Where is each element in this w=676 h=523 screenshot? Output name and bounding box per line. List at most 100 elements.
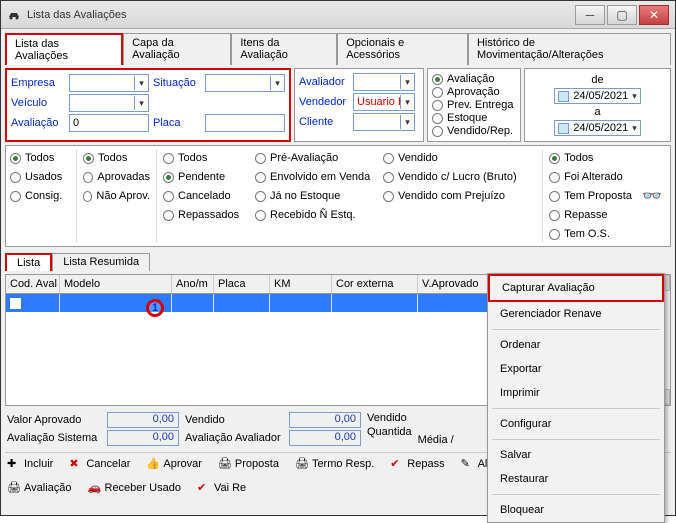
menu-separator — [492, 408, 660, 409]
col-modelo[interactable]: Modelo — [60, 275, 172, 293]
dropdown-empresa[interactable]: ▾ — [69, 74, 149, 92]
check-icon: ✔ — [390, 457, 404, 471]
label-quantida: Quantida — [367, 426, 412, 438]
radio-f3-vendido-prejuizo[interactable]: Vendido com Prejuízo — [383, 188, 523, 204]
radio-aprovacao[interactable]: Aprovação — [432, 86, 516, 98]
radio-vendido-rep[interactable]: Vendido/Rep. — [432, 125, 516, 137]
col-cor[interactable]: Cor externa — [332, 275, 418, 293]
radio-f4-tem-os[interactable]: Tem O.S. — [549, 226, 632, 242]
btn-proposta[interactable]: 🖨Proposta — [218, 457, 279, 471]
dropdown-cliente[interactable]: ▾ — [353, 113, 415, 131]
menu-restaurar[interactable]: Restaurar — [488, 467, 664, 491]
btn-aprovar[interactable]: 👍Aprovar — [146, 457, 202, 471]
label-vendido2: Vendido — [367, 412, 407, 424]
filter-box-tipo-data: Avaliação Aprovação Prev. Entrega Estoqu… — [427, 68, 521, 142]
menu-ordenar[interactable]: Ordenar — [488, 333, 664, 357]
label-a: a — [594, 106, 600, 118]
btn-termo-resp[interactable]: 🖨Termo Resp. — [295, 457, 374, 471]
annotation-badge-1: 1 — [146, 299, 164, 317]
main-tabstrip: Lista das Avaliações Capa da Avaliação I… — [5, 33, 671, 65]
label-cliente: Cliente — [299, 116, 349, 128]
tab-itens[interactable]: Itens da Avaliação — [231, 33, 337, 65]
radio-f4-repasse[interactable]: Repasse — [549, 207, 632, 223]
btn-receber-usado[interactable]: 🚗Receber Usado — [88, 481, 181, 495]
label-de: de — [591, 74, 603, 86]
radio-f2-todos[interactable]: Todos — [83, 150, 150, 166]
radio-f3-ja-estoque[interactable]: Já no Estoque — [255, 188, 375, 204]
tab-historico[interactable]: Histórico de Movimentação/Alterações — [468, 33, 671, 65]
radio-f4-todos[interactable]: Todos — [549, 150, 632, 166]
app-icon — [7, 8, 21, 22]
menu-separator — [492, 494, 660, 495]
tab-opcionais[interactable]: Opcionais e Acessórios — [337, 33, 468, 65]
menu-configurar[interactable]: Configurar — [488, 412, 664, 436]
btn-vai-re[interactable]: ✔Vai Re — [197, 481, 246, 495]
radio-f3-envolvido-venda[interactable]: Envolvido em Venda — [255, 169, 375, 185]
label-vendedor: Vendedor — [299, 96, 349, 108]
dropdown-avaliador[interactable]: ▾ — [353, 73, 415, 91]
col-ano[interactable]: Ano/m — [172, 275, 214, 293]
radio-f2-aprovadas[interactable]: Aprovadas — [83, 169, 150, 185]
radio-f3-cancelado[interactable]: Cancelado — [163, 188, 247, 204]
value-vendido: 0,00 — [289, 412, 361, 428]
col-cod-aval[interactable]: Cod. Aval — [6, 275, 60, 293]
radio-f3-pendente[interactable]: Pendente — [163, 169, 247, 185]
radio-f3-pre-avaliacao[interactable]: Pré-Avaliação — [255, 150, 375, 166]
menu-gerenciador-renave[interactable]: Gerenciador Renave — [488, 302, 664, 326]
date-from[interactable]: 24/05/2021▾ — [554, 88, 641, 104]
radio-estoque[interactable]: Estoque — [432, 112, 516, 124]
radio-f3-todos[interactable]: Todos — [163, 150, 247, 166]
edit-icon: ✎ — [461, 457, 475, 471]
label-placa: Placa — [153, 117, 201, 129]
col-placa[interactable]: Placa — [214, 275, 270, 293]
date-to[interactable]: 24/05/2021▾ — [554, 120, 641, 136]
dropdown-vendedor[interactable]: Usuario De▾ — [353, 93, 415, 111]
subtab-lista-resumida[interactable]: Lista Resumida — [52, 253, 150, 271]
subtab-lista[interactable]: Lista — [5, 253, 52, 271]
menu-exportar[interactable]: Exportar — [488, 357, 664, 381]
radio-prev-entrega[interactable]: Prev. Entrega — [432, 99, 516, 111]
search-icon[interactable]: 👓 — [642, 186, 662, 206]
close-button[interactable]: ✕ — [639, 5, 669, 25]
radio-avaliacao[interactable]: Avaliação — [432, 73, 516, 85]
menu-bloquear[interactable]: Bloquear — [488, 498, 664, 522]
btn-cancelar[interactable]: ✖Cancelar — [69, 457, 130, 471]
filter-box-dates: de 24/05/2021▾ a 24/05/2021▾ — [524, 68, 671, 142]
radio-f3-recebido-nao-estq[interactable]: Recebido Ñ Estq. — [255, 207, 375, 223]
value-avaliacao-avaliador: 0,00 — [289, 430, 361, 446]
radio-f3-repassados[interactable]: Repassados — [163, 207, 247, 223]
col-km[interactable]: KM — [270, 275, 332, 293]
input-placa[interactable] — [205, 114, 285, 132]
label-avaliacao: Avaliação — [11, 117, 65, 129]
value-avaliacao-sistema: 0,00 — [107, 430, 179, 446]
filter-box-status: Todos Usados Consig. Todos Aprovadas Não… — [5, 145, 671, 247]
radio-f1-usados[interactable]: Usados — [10, 169, 70, 185]
btn-incluir[interactable]: ✚Incluir — [7, 457, 53, 471]
subtabs: Lista Lista Resumida — [5, 253, 671, 271]
radio-f3-vendido-lucro[interactable]: Vendido c/ Lucro (Bruto) — [383, 169, 523, 185]
radio-f1-todos[interactable]: Todos — [10, 150, 70, 166]
label-situacao: Situação — [153, 77, 201, 89]
menu-capturar-avaliacao[interactable]: Capturar Avaliação — [488, 274, 664, 302]
btn-avaliacao[interactable]: 🖨Avaliação — [7, 481, 72, 495]
radio-f4-foi-alterado[interactable]: Foi Alterado — [549, 169, 632, 185]
radio-f2-nao-aprov[interactable]: Não Aprov. — [83, 188, 150, 204]
dropdown-veiculo[interactable]: ▾ — [69, 94, 149, 112]
menu-salvar[interactable]: Salvar — [488, 443, 664, 467]
dropdown-situacao[interactable]: ▾ — [205, 74, 285, 92]
minimize-button[interactable]: ─ — [575, 5, 605, 25]
label-avaliacao-sistema: Avaliação Sistema — [7, 432, 103, 444]
printer-icon: 🖨 — [295, 457, 309, 471]
radio-f4-tem-proposta[interactable]: Tem Proposta — [549, 188, 632, 204]
menu-imprimir[interactable]: Imprimir — [488, 381, 664, 405]
radio-f1-consig[interactable]: Consig. — [10, 188, 70, 204]
maximize-button[interactable]: ▢ — [607, 5, 637, 25]
col-vaprovado[interactable]: V.Aprovado — [418, 275, 498, 293]
label-avaliacao-avaliador: Avaliação Avaliador — [185, 432, 285, 444]
filter-box-pessoas: Avaliador ▾ Vendedor Usuario De▾ Cliente… — [294, 68, 424, 142]
input-avaliacao[interactable]: 0 — [69, 114, 149, 132]
radio-f3-vendido[interactable]: Vendido — [383, 150, 523, 166]
btn-repass[interactable]: ✔Repass — [390, 457, 444, 471]
tab-capa[interactable]: Capa da Avaliação — [123, 33, 231, 65]
tab-lista-avaliacoes[interactable]: Lista das Avaliações — [5, 33, 123, 65]
